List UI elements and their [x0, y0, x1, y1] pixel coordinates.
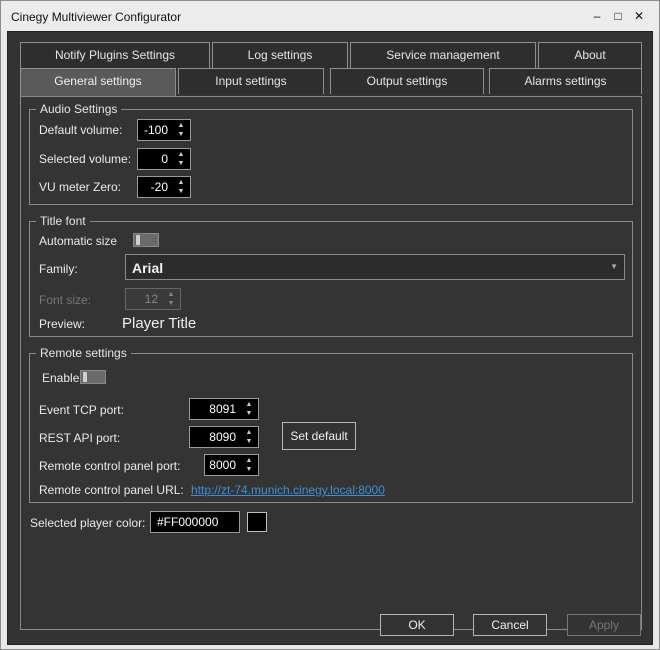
vu-meter-zero-label: VU meter Zero:: [39, 180, 122, 194]
title-font-group: Title font Automatic size Family: Arial …: [29, 214, 633, 337]
rcp-port-stepper[interactable]: 8000 ▲ ▼: [204, 454, 259, 476]
automatic-size-toggle[interactable]: [133, 233, 159, 247]
remote-settings-title: Remote settings: [36, 346, 131, 360]
stepper-arrows-icon[interactable]: ▲ ▼: [166, 290, 176, 308]
rcp-url-link[interactable]: http://zt-74.munich.cinegy.local:8000: [191, 483, 385, 497]
tab-log-settings[interactable]: Log settings: [212, 42, 348, 68]
minimize-button[interactable]: –: [587, 7, 607, 25]
font-family-value: Arial: [132, 260, 164, 276]
selected-volume-stepper[interactable]: 0 ▲ ▼: [137, 148, 191, 170]
general-settings-panel: Audio Settings Default volume: -100 ▲ ▼ S…: [20, 96, 642, 630]
vu-meter-zero-stepper[interactable]: -20 ▲ ▼: [137, 176, 191, 198]
enable-label: Enable: [42, 371, 80, 385]
tab-alarms-settings[interactable]: Alarms settings: [489, 68, 642, 94]
player-color-label: Selected player color:: [30, 516, 146, 530]
rest-api-port-stepper[interactable]: 8090 ▲ ▼: [189, 426, 259, 448]
rest-api-port-value: 8090: [209, 430, 236, 444]
set-default-button[interactable]: Set default: [282, 422, 356, 450]
tab-output-settings[interactable]: Output settings: [330, 68, 484, 94]
stepper-arrows-icon[interactable]: ▲ ▼: [176, 178, 186, 196]
app-window: Cinegy Multiviewer Configurator – □ ✕ No…: [0, 0, 660, 650]
font-size-label: Font size:: [39, 293, 92, 307]
tab-service-management[interactable]: Service management: [350, 42, 536, 68]
font-size-value: 12: [144, 292, 158, 306]
player-color-swatch[interactable]: [247, 512, 267, 532]
stepper-arrows-icon[interactable]: ▲ ▼: [244, 400, 254, 418]
selected-volume-label: Selected volume:: [39, 152, 132, 166]
rcp-port-label: Remote control panel port:: [39, 459, 181, 473]
apply-button[interactable]: Apply: [567, 614, 641, 636]
rest-api-port-label: REST API port:: [39, 431, 121, 445]
client-area: Notify Plugins Settings Log settings Ser…: [7, 31, 653, 645]
vu-meter-zero-value: -20: [150, 180, 168, 194]
player-color-input[interactable]: #FF000000: [150, 511, 240, 533]
close-button[interactable]: ✕: [629, 7, 649, 25]
remote-settings-group: Remote settings Enable Event TCP port: 8…: [29, 346, 633, 503]
preview-text: Player Title: [122, 315, 197, 332]
tab-general-settings[interactable]: General settings: [20, 68, 176, 96]
preview-label: Preview:: [39, 317, 86, 331]
default-volume-stepper[interactable]: -100 ▲ ▼: [137, 119, 191, 141]
automatic-size-label: Automatic size: [39, 234, 118, 248]
remote-enable-toggle[interactable]: [80, 370, 106, 384]
event-tcp-port-stepper[interactable]: 8091 ▲ ▼: [189, 398, 259, 420]
stepper-arrows-icon[interactable]: ▲ ▼: [244, 456, 254, 474]
maximize-button[interactable]: □: [608, 7, 628, 25]
audio-settings-title: Audio Settings: [36, 102, 122, 116]
rcp-port-value: 8000: [209, 458, 236, 472]
event-tcp-port-value: 8091: [209, 402, 236, 416]
cancel-button[interactable]: Cancel: [473, 614, 547, 636]
toggle-knob: [136, 235, 140, 245]
title-font-title: Title font: [36, 214, 90, 228]
toggle-knob: [83, 372, 87, 382]
tab-about[interactable]: About: [538, 42, 642, 68]
event-tcp-port-label: Event TCP port:: [39, 403, 124, 417]
stepper-arrows-icon[interactable]: ▲ ▼: [176, 150, 186, 168]
font-family-select[interactable]: Arial ▼: [125, 254, 625, 280]
ok-button[interactable]: OK: [380, 614, 454, 636]
selected-volume-value: 0: [161, 152, 168, 166]
window-title: Cinegy Multiviewer Configurator: [11, 10, 182, 24]
family-label: Family:: [39, 262, 78, 276]
rcp-url-label: Remote control panel URL:: [39, 483, 184, 497]
chevron-down-icon: ▼: [610, 262, 618, 271]
title-bar: Cinegy Multiviewer Configurator – □ ✕: [1, 1, 659, 31]
tab-notify-plugins[interactable]: Notify Plugins Settings: [20, 42, 210, 68]
audio-settings-group: Audio Settings Default volume: -100 ▲ ▼ S…: [29, 102, 633, 205]
default-volume-value: -100: [143, 123, 168, 137]
stepper-arrows-icon[interactable]: ▲ ▼: [176, 121, 186, 139]
tab-input-settings[interactable]: Input settings: [178, 68, 324, 94]
stepper-arrows-icon[interactable]: ▲ ▼: [244, 428, 254, 446]
default-volume-label: Default volume:: [39, 123, 123, 137]
font-size-stepper[interactable]: 12 ▲ ▼: [125, 288, 181, 310]
